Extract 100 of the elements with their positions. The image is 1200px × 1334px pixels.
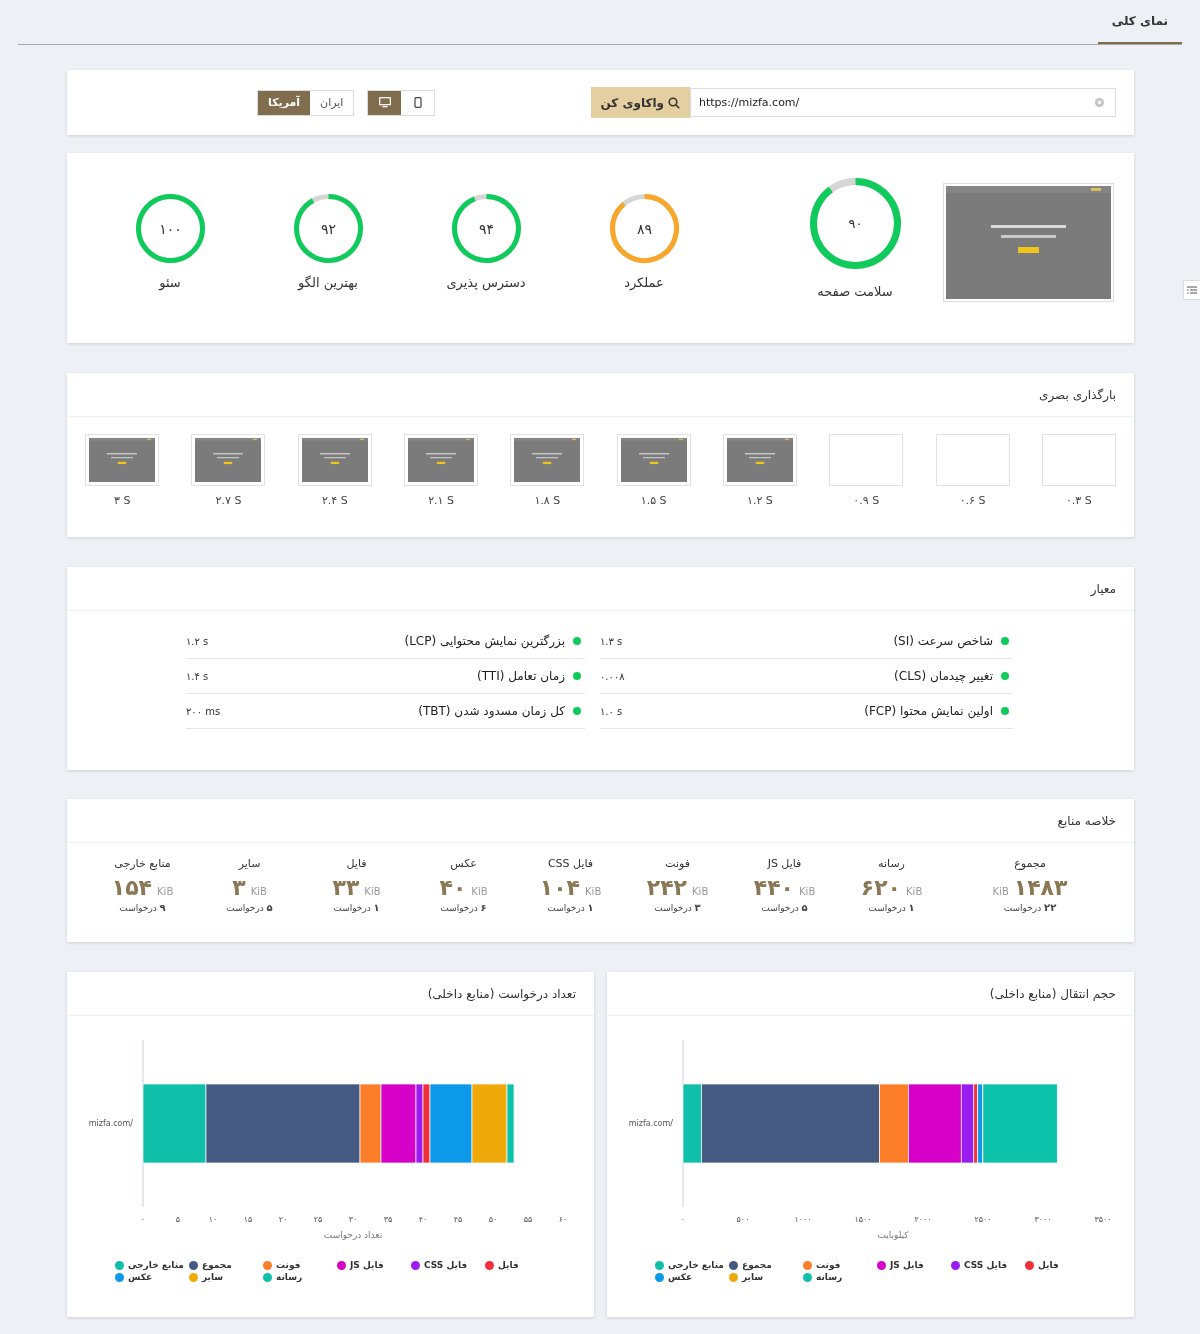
legend-label: مجموع <box>742 1260 772 1270</box>
resource-label: منابع خارجی <box>114 857 171 870</box>
metric-value: ۱.۰ s <box>600 705 623 717</box>
request-count: ۱ درخواست <box>333 902 380 913</box>
request-count: ۳ درخواست <box>654 902 701 913</box>
legend-label: فایل CSS <box>964 1260 1008 1270</box>
legend-label: فایل <box>498 1260 519 1270</box>
frame-time: ۱.۵ S <box>640 494 667 507</box>
legend-label: فایل JS <box>350 1260 384 1270</box>
category-label: mizfa.com/ <box>628 1119 673 1128</box>
legend-label: عکس <box>128 1272 153 1282</box>
metric-value: ۰.۰۰۸ <box>600 670 625 682</box>
metric-label: زمان تعامل (TTI) <box>476 669 565 683</box>
resource-size: ۳ <box>232 875 246 901</box>
legend-label: منابع خارجی <box>668 1260 724 1270</box>
score-label: سئو <box>159 275 181 290</box>
legend-label: مجموع <box>202 1260 232 1270</box>
tick-label: ۱۰ <box>208 1215 218 1224</box>
legend-label: فونت <box>276 1260 301 1270</box>
request-count: ۵ درخواست <box>761 902 808 913</box>
score-value: ۹۴ <box>478 220 494 237</box>
request-count: ۵ درخواست <box>226 902 273 913</box>
tick-label: ۱۰۰۰ <box>794 1215 812 1224</box>
legend-label: سایر <box>202 1272 224 1282</box>
size-unit: KiB <box>364 886 381 897</box>
category-label: mizfa.com/ <box>88 1119 133 1128</box>
card-title: خلاصه منابع <box>1057 813 1116 828</box>
legend-label: فایل JS <box>890 1260 924 1270</box>
metric-label: اولین نمایش محتوا (FCP) <box>863 704 993 718</box>
request-count: ۹ درخواست <box>119 902 166 913</box>
metric-label: شاخص سرعت (SI) <box>892 634 993 648</box>
tick-label: ۵۰۰ <box>736 1215 750 1224</box>
resource-size: ۲۴۲ <box>646 875 688 901</box>
tick-label: ۴۰ <box>418 1215 428 1224</box>
resource-size: ۴۴۰ <box>753 875 795 901</box>
metric-value: ۱.۴ s <box>186 670 209 682</box>
resource-label: سایر <box>238 857 261 870</box>
request-count: ۱ درخواست <box>547 902 594 913</box>
tick-label: ۳۰۰۰ <box>1034 1215 1052 1224</box>
score-value: ۹۰ <box>848 216 862 231</box>
card-title: حجم انتقال (منابع داخلی) <box>989 986 1116 1001</box>
size-unit: KiB <box>471 886 488 897</box>
legend-label: فونت <box>816 1260 841 1270</box>
frame-time: ۱.۲ S <box>747 494 773 507</box>
tick-label: ۵۵ <box>523 1215 533 1224</box>
tick-label: ۴۵ <box>453 1215 463 1224</box>
resource-size: ۱۴۸۳ <box>1013 875 1068 901</box>
tick-label: ۳۵ <box>383 1215 393 1224</box>
frame-time: ۰.۳ S <box>1065 494 1092 507</box>
metric-value: ۱.۲ s <box>186 635 209 647</box>
tick-label: ۳۰ <box>348 1215 358 1224</box>
card-title: معیار <box>1090 581 1116 596</box>
request-count: ۲۲ درخواست <box>1003 902 1057 913</box>
tick-label: ۳۵۰۰ <box>1094 1215 1112 1224</box>
metric-value: ۲۰۰ ms <box>186 705 221 717</box>
tick-label: ۱۵ <box>243 1215 253 1224</box>
request-count: ۶ درخواست <box>440 902 487 913</box>
tick-label: ۲۵۰۰ <box>974 1215 992 1224</box>
tick-label: ۶۰ <box>558 1215 568 1224</box>
score-value: ۹۲ <box>320 220 336 237</box>
tick-label: ۵ <box>175 1215 181 1224</box>
size-unit: KiB <box>157 886 174 897</box>
score-label: سلامت صفحه <box>817 284 893 299</box>
legend-label: عکس <box>668 1272 693 1282</box>
frame-time: ۰.۶ S <box>959 494 986 507</box>
metric-label: بزرگترین نمایش محتوایی (LCP) <box>403 634 565 648</box>
tick-label: ۱۵۰۰ <box>854 1215 872 1224</box>
resource-size: ۳۳ <box>332 875 360 901</box>
frame-time: ۲.۱ S <box>428 494 454 507</box>
frame-time: ۱.۸ S <box>534 494 561 507</box>
size-unit: KiB <box>992 886 1009 897</box>
legend-label: رسانه <box>816 1272 843 1282</box>
tick-label: ۰ <box>680 1215 686 1224</box>
frame-time: ۰.۹ S <box>853 494 880 507</box>
resource-label: عکس <box>450 857 477 870</box>
axis-title: کیلوبایت <box>877 1230 909 1240</box>
card-title: بارگذاری بصری <box>1039 387 1116 402</box>
tick-label: ۲۵ <box>313 1215 323 1224</box>
legend-label: سایر <box>742 1272 764 1282</box>
legend-label: رسانه <box>276 1272 303 1282</box>
resource-size: ۱۰۴ <box>539 875 581 901</box>
frame-time: ۲.۷ S <box>215 494 242 507</box>
request-count: ۱ درخواست <box>868 902 915 913</box>
score-value: ۸۹ <box>636 220 652 237</box>
size-unit: KiB <box>692 886 709 897</box>
size-unit: KiB <box>799 886 816 897</box>
card-title: تعداد درخواست (منابع داخلی) <box>427 986 576 1001</box>
legend-label: فایل <box>1038 1260 1059 1270</box>
score-label: بهترین الگو <box>298 275 358 290</box>
resource-size: ۴۰ <box>439 875 467 901</box>
resource-label: رسانه <box>878 857 905 870</box>
resource-label: فایل CSS <box>547 857 594 870</box>
metric-label: کل زمان مسدود شدن (TBT) <box>417 704 565 718</box>
score-label: عملکرد <box>624 275 664 290</box>
axis-title: تعداد درخواست <box>323 1230 383 1240</box>
resource-label: فایل JS <box>767 857 802 870</box>
legend-label: منابع خارجی <box>128 1260 184 1270</box>
legend-label: فایل CSS <box>424 1260 468 1270</box>
metric-value: ۱.۳ s <box>600 635 623 647</box>
size-unit: KiB <box>906 886 923 897</box>
